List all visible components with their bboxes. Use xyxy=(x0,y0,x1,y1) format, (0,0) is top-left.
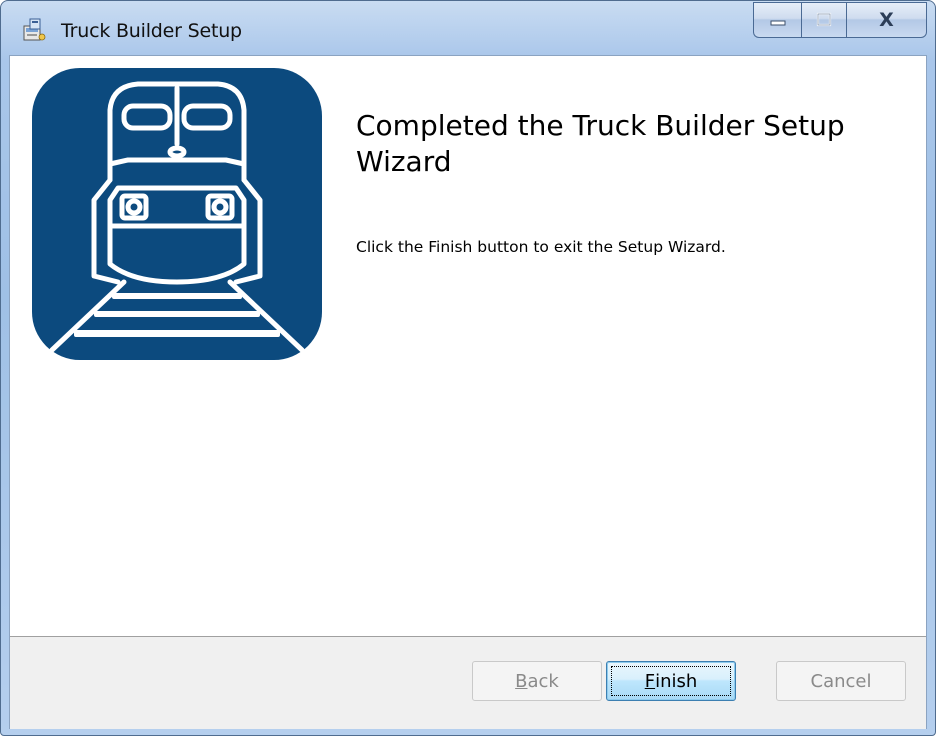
back-button-label: ack xyxy=(527,670,559,692)
installer-icon xyxy=(23,18,46,41)
caption-buttons: X xyxy=(753,2,927,38)
train-front-logo xyxy=(32,68,322,360)
wizard-heading: Completed the Truck Builder Setup Wizard xyxy=(356,109,845,178)
window-title: Truck Builder Setup xyxy=(61,20,242,42)
finish-button[interactable]: Finish xyxy=(606,661,736,701)
focus-rectangle xyxy=(611,666,731,696)
minimize-button[interactable] xyxy=(753,2,801,38)
wizard-message: Click the Finish button to exit the Setu… xyxy=(356,238,726,256)
wizard-client-area: Completed the Truck Builder Setup Wizard… xyxy=(9,55,927,729)
close-icon: X xyxy=(879,9,894,31)
close-button[interactable]: X xyxy=(847,2,927,38)
cancel-button-label: Cancel xyxy=(810,670,872,692)
title-bar[interactable]: Truck Builder Setup X xyxy=(1,1,935,55)
maximize-icon xyxy=(816,12,832,27)
back-button[interactable]: Back xyxy=(472,661,602,701)
minimize-icon xyxy=(770,20,785,26)
setup-window: Truck Builder Setup X Completed the Truc… xyxy=(0,0,936,736)
cancel-button[interactable]: Cancel xyxy=(776,661,906,701)
back-button-mnemonic: B xyxy=(515,670,528,692)
maximize-button[interactable] xyxy=(801,2,847,38)
button-bar: Back Finish Cancel xyxy=(10,636,926,729)
